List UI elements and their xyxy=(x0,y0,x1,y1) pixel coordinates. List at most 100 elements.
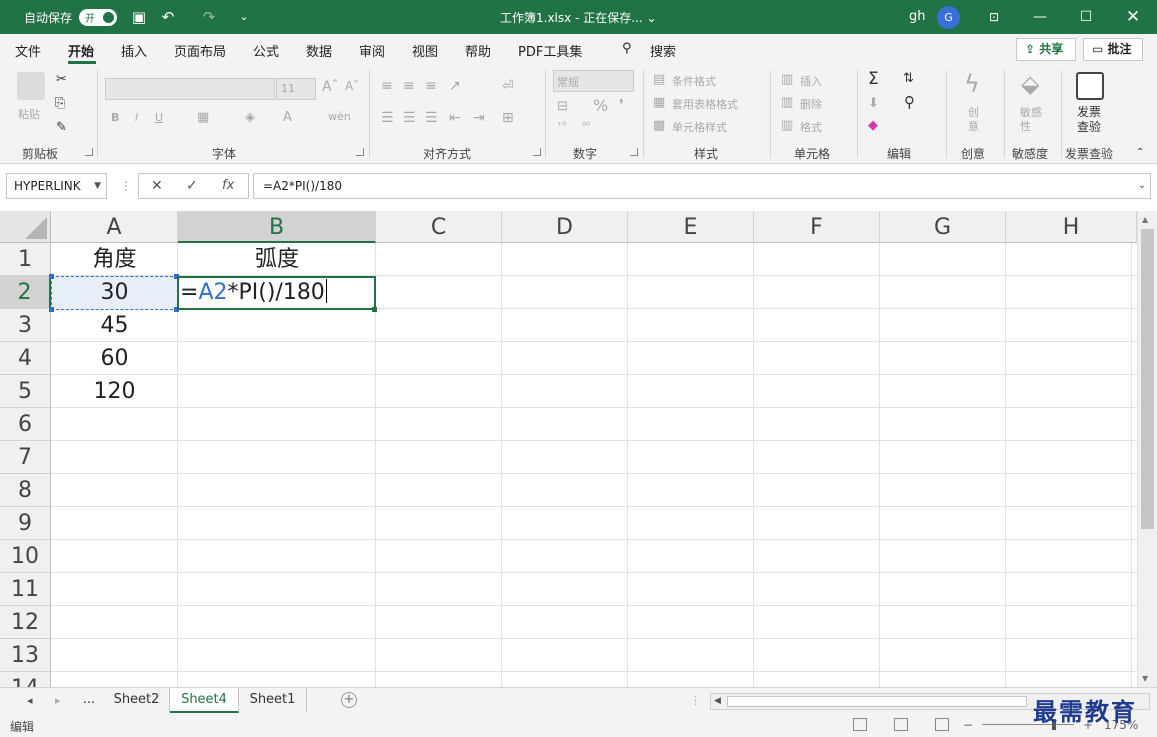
more-sheets-button[interactable]: ... xyxy=(74,688,104,713)
user-name[interactable]: gh xyxy=(909,9,926,24)
zoom-out-icon[interactable]: − xyxy=(963,718,973,732)
tab-file[interactable]: 文件 xyxy=(15,41,41,60)
tab-home[interactable]: 开始 xyxy=(68,41,94,60)
column-header-b[interactable]: B xyxy=(178,211,376,243)
fill-color-icon[interactable]: ◈ xyxy=(245,110,255,125)
customize-toolbar-icon[interactable]: ⌄ xyxy=(234,7,254,27)
minimize-button[interactable]: — xyxy=(1017,0,1063,34)
insert-cells-icon[interactable]: ▥ xyxy=(781,72,793,87)
column-header-a[interactable]: A xyxy=(51,211,178,243)
shrink-font-icon[interactable]: Aˇ xyxy=(345,79,359,93)
accounting-format-icon[interactable]: ⊟ xyxy=(557,99,568,114)
column-header-g[interactable]: G xyxy=(880,211,1006,243)
row-header-13[interactable]: 13 xyxy=(0,639,51,672)
ribbon-display-icon[interactable]: ⊡ xyxy=(971,0,1017,34)
close-button[interactable]: ✕ xyxy=(1110,0,1156,34)
column-header-d[interactable]: D xyxy=(502,211,628,243)
row-header-12[interactable]: 12 xyxy=(0,606,51,639)
row-header-9[interactable]: 9 xyxy=(0,507,51,540)
wrap-text-icon[interactable]: ⏎ xyxy=(502,78,514,94)
tab-page-layout[interactable]: 页面布局 xyxy=(174,41,226,60)
collapse-ribbon-icon[interactable]: ⌃ xyxy=(1136,147,1144,158)
chevron-down-icon[interactable]: ▼ xyxy=(94,174,101,198)
sheet-tab-sheet2[interactable]: Sheet2 xyxy=(104,688,170,713)
horizontal-scroll-thumb[interactable] xyxy=(727,696,1027,707)
expand-formula-icon[interactable]: ⌄ xyxy=(1138,174,1146,198)
delete-cells-icon[interactable]: ▥ xyxy=(781,95,793,110)
format-cells-icon[interactable]: ▥ xyxy=(781,118,793,133)
number-format-select[interactable]: 常规 xyxy=(553,70,634,92)
tab-formulas[interactable]: 公式 xyxy=(253,41,279,60)
cancel-icon[interactable]: ✕ xyxy=(151,178,163,194)
align-top-icon[interactable]: ≡ xyxy=(381,78,393,94)
percent-icon[interactable]: % xyxy=(593,96,608,115)
merge-center-icon[interactable]: ⊞ xyxy=(502,110,514,126)
vertical-scrollbar[interactable]: ▲ ▼ xyxy=(1137,211,1157,687)
prev-sheet-icon[interactable]: ◂ xyxy=(27,694,33,707)
clipboard-launcher-icon[interactable] xyxy=(85,148,93,156)
conditional-format-label[interactable]: 条件格式 xyxy=(672,73,716,89)
vertical-scroll-thumb[interactable] xyxy=(1141,229,1154,529)
cell-a4[interactable]: 60 xyxy=(51,342,178,375)
increase-decimal-icon[interactable]: ⁺⁰ xyxy=(557,121,566,132)
page-break-view-icon[interactable] xyxy=(935,718,949,731)
font-color-icon[interactable]: A xyxy=(283,110,292,125)
align-left-icon[interactable]: ☰ xyxy=(381,110,394,126)
invoice-check-button-label[interactable]: 发票查验 xyxy=(1077,105,1107,135)
underline-icon[interactable]: U xyxy=(155,111,163,124)
cell-a5[interactable]: 120 xyxy=(51,375,178,408)
phonetic-icon[interactable]: wén xyxy=(328,110,351,123)
sensitivity-icon[interactable]: ⬙ xyxy=(1021,70,1039,98)
row-header-5[interactable]: 5 xyxy=(0,375,51,408)
font-name-select[interactable] xyxy=(105,78,275,100)
align-bottom-icon[interactable]: ≡ xyxy=(425,78,437,94)
tab-view[interactable]: 视图 xyxy=(412,41,438,60)
autosave-toggle[interactable]: 开 xyxy=(79,9,117,26)
row-header-4[interactable]: 4 xyxy=(0,342,51,375)
italic-icon[interactable]: I xyxy=(135,111,138,124)
document-title[interactable]: 工作簿1.xlsx - 正在保存... ⌄ xyxy=(500,9,657,26)
maximize-button[interactable]: ☐ xyxy=(1063,0,1109,34)
row-header-1[interactable]: 1 xyxy=(0,243,51,276)
cell-styles-label[interactable]: 单元格样式 xyxy=(672,119,727,135)
enter-icon[interactable]: ✓ xyxy=(186,178,198,194)
normal-view-icon[interactable] xyxy=(853,718,867,731)
row-header-3[interactable]: 3 xyxy=(0,309,51,342)
share-button[interactable]: ⇪ 共享 xyxy=(1016,38,1076,61)
avatar[interactable]: G xyxy=(937,6,960,29)
borders-icon[interactable]: ▦ xyxy=(197,110,209,125)
cell-b1[interactable]: 弧度 xyxy=(178,243,376,276)
creative-button-label[interactable]: 创意 xyxy=(968,106,982,134)
bold-icon[interactable]: B xyxy=(111,111,119,124)
row-header-7[interactable]: 7 xyxy=(0,441,51,474)
tab-review[interactable]: 审阅 xyxy=(359,41,385,60)
sensitivity-button-label[interactable]: 敏感性 xyxy=(1020,106,1050,134)
tab-pdf-tools[interactable]: PDF工具集 xyxy=(518,41,582,60)
column-header-h[interactable]: H xyxy=(1006,211,1137,243)
paste-icon[interactable] xyxy=(17,72,45,100)
comments-button[interactable]: ▭ 批注 xyxy=(1083,38,1143,61)
select-all-button[interactable] xyxy=(0,211,51,243)
row-header-8[interactable]: 8 xyxy=(0,474,51,507)
font-size-select[interactable]: 11 xyxy=(276,78,316,100)
formula-bar-grip-icon[interactable]: ⋮ xyxy=(120,179,132,193)
formula-input[interactable]: =A2*PI()/180 ⌄ xyxy=(253,173,1151,199)
add-sheet-button[interactable]: + xyxy=(341,692,357,708)
cell-a1[interactable]: 角度 xyxy=(51,243,178,276)
reference-handle[interactable] xyxy=(49,274,54,279)
cell-a3[interactable]: 45 xyxy=(51,309,178,342)
row-header-14[interactable]: 14 xyxy=(0,672,51,687)
tab-help[interactable]: 帮助 xyxy=(465,41,491,60)
row-header-10[interactable]: 10 xyxy=(0,540,51,573)
creative-icon[interactable]: ϟ xyxy=(964,70,980,98)
undo-icon[interactable]: ↶ xyxy=(158,7,178,27)
cell-a2[interactable]: 30 xyxy=(51,276,178,309)
font-launcher-icon[interactable] xyxy=(356,148,364,156)
clear-icon[interactable]: ◆ xyxy=(868,118,878,133)
cut-icon[interactable]: ✂ xyxy=(56,72,67,87)
find-select-icon[interactable]: ⚲ xyxy=(904,93,915,111)
column-header-e[interactable]: E xyxy=(628,211,754,243)
format-cells-label[interactable]: 格式 xyxy=(800,119,822,135)
row-header-6[interactable]: 6 xyxy=(0,408,51,441)
decrease-decimal-icon[interactable]: ⁰⁰ xyxy=(582,121,590,132)
